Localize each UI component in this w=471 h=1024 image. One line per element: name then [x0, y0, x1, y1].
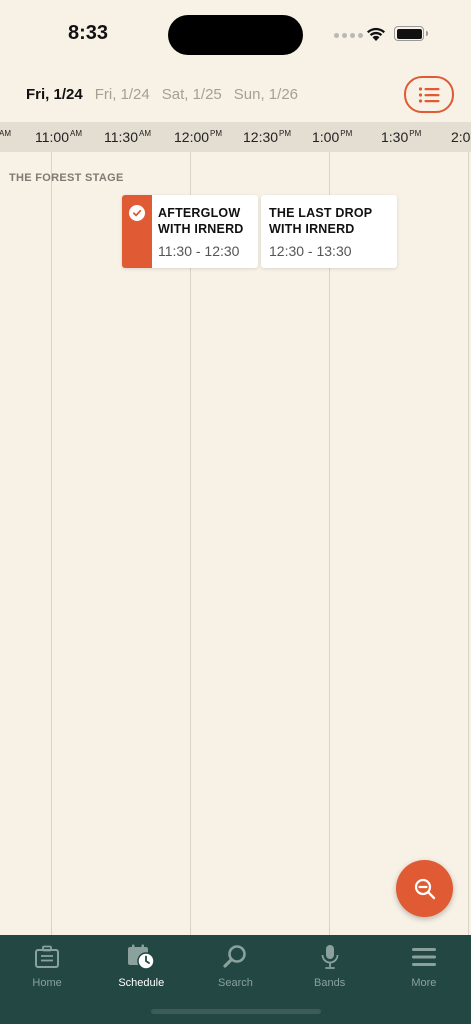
event-title: AFTERGLOW WITH IRNERD — [158, 206, 244, 236]
event-card-afterglow[interactable]: AFTERGLOW WITH IRNERD 11:30 - 12:30 — [122, 195, 258, 268]
time-tick: 1:00PM — [312, 129, 353, 145]
tab-label: Search — [218, 977, 253, 989]
grid-line — [468, 152, 469, 935]
event-card-last-drop[interactable]: THE LAST DROP WITH IRNERD 12:30 - 13:30 — [261, 195, 397, 268]
zoom-out-button[interactable] — [396, 860, 453, 917]
date-tab-sun[interactable]: Sun, 1/26 — [234, 86, 298, 103]
date-tabs: Fri, 1/24 Fri, 1/24 Sat, 1/25 Sun, 1/26 — [26, 86, 298, 103]
cellular-signal-icon — [334, 33, 363, 38]
tab-label: Bands — [314, 977, 346, 989]
schedule-icon — [127, 943, 156, 971]
list-icon — [418, 86, 440, 103]
search-icon — [221, 943, 249, 971]
list-view-button[interactable] — [404, 76, 454, 113]
event-title: THE LAST DROP WITH IRNERD — [269, 206, 373, 236]
battery-icon — [394, 26, 428, 41]
grid-line — [51, 152, 52, 935]
time-tick: 11:30AM — [104, 129, 151, 145]
timeline-header[interactable]: AM 11:00AM 11:30AM 12:00PM 12:30PM 1:00P… — [0, 122, 471, 152]
favorite-accent — [122, 195, 152, 268]
zoom-out-icon — [414, 878, 435, 899]
event-time: 11:30 - 12:30 — [158, 243, 240, 259]
date-tab-fri[interactable]: Fri, 1/24 — [95, 86, 150, 103]
time-tick: 12:00PM — [174, 129, 223, 145]
grid-line — [190, 152, 191, 935]
time-tick: AM — [0, 129, 11, 138]
time-tick: 12:30PM — [243, 129, 292, 145]
event-time: 12:30 - 13:30 — [269, 243, 352, 259]
tab-more[interactable]: More — [377, 935, 471, 1024]
time-tick: 2:0 — [451, 129, 471, 145]
tab-label: Schedule — [118, 977, 165, 989]
time-tick: 1:30PM — [381, 129, 422, 145]
tab-home[interactable]: Home — [0, 935, 94, 1024]
status-time: 8:33 — [68, 22, 109, 44]
check-icon[interactable] — [129, 205, 145, 221]
microphone-icon — [316, 943, 344, 971]
menu-icon — [410, 943, 438, 971]
dynamic-island — [168, 15, 303, 55]
time-tick: 11:00AM — [35, 129, 82, 145]
home-indicator — [151, 1009, 321, 1014]
wifi-icon — [367, 27, 385, 41]
stage-label: THE FOREST STAGE — [9, 172, 124, 184]
tab-label: Home — [32, 977, 62, 989]
date-selected[interactable]: Fri, 1/24 — [26, 86, 83, 103]
home-icon — [33, 943, 61, 971]
date-tab-sat[interactable]: Sat, 1/25 — [162, 86, 222, 103]
grid-line — [329, 152, 330, 935]
tab-label: More — [411, 977, 437, 989]
status-bar: 8:33 — [0, 0, 471, 70]
